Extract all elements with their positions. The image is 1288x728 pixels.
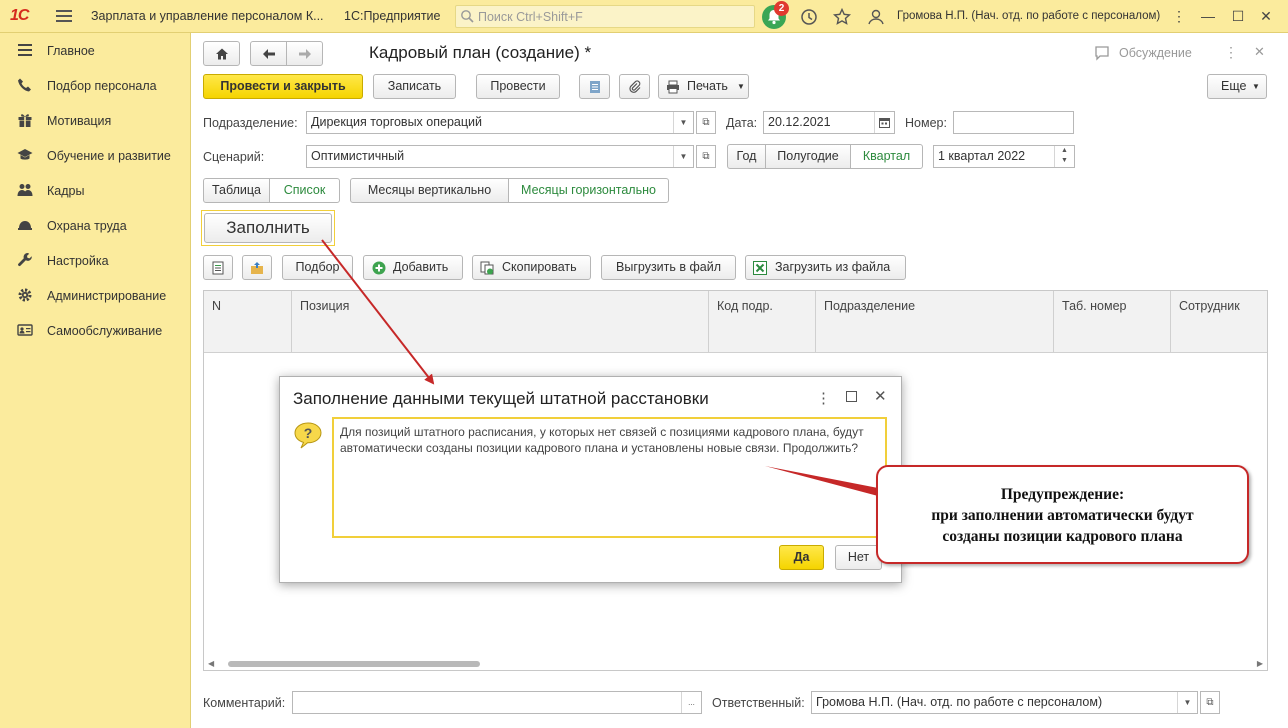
callout-pointer	[765, 466, 878, 496]
callout-line: созданы позиции кадрового плана	[942, 528, 1183, 545]
warning-callout: Предупреждение: при заполнении автоматич…	[876, 465, 1249, 564]
callout-heading: Предупреждение:	[1000, 486, 1125, 503]
fill-button-arrow	[321, 239, 435, 385]
callout-line: при заполнении автоматически будут	[931, 507, 1194, 524]
annotation-arrows	[321, 239, 878, 496]
